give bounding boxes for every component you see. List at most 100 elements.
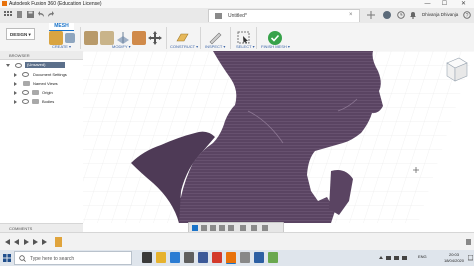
viewports-icon[interactable] (262, 225, 268, 231)
minimize-button[interactable]: — (420, 0, 435, 8)
fit-icon[interactable] (228, 225, 234, 231)
app-icon[interactable] (268, 252, 278, 263)
search-placeholder: Type here to search (30, 256, 75, 262)
pan-icon[interactable] (210, 225, 216, 231)
move-icon[interactable] (148, 31, 162, 45)
windows-start-icon[interactable] (3, 254, 11, 262)
separator (166, 27, 167, 49)
visibility-icon[interactable] (22, 90, 29, 95)
workspace-dropdown[interactable]: DESIGN ▾ (6, 28, 35, 40)
settings-icon (22, 72, 29, 77)
notifications-icon[interactable] (409, 11, 417, 19)
inspect-group-label[interactable]: INSPECT ▾ (205, 44, 225, 49)
separator (80, 27, 81, 49)
visibility-icon[interactable] (22, 99, 29, 104)
clock-icon[interactable] (397, 11, 405, 19)
folder-icon (32, 99, 39, 104)
document-tab[interactable]: Untitled* × (208, 9, 360, 22)
chrome-icon[interactable] (212, 252, 222, 263)
canvas-viewport[interactable] (83, 51, 474, 223)
browser-item-bodies[interactable]: Bodies (8, 98, 83, 106)
modify-group-label[interactable]: MODIFY ▾ (112, 44, 131, 49)
battery-icon (386, 256, 391, 260)
smooth-icon[interactable] (132, 31, 146, 45)
select-group-label[interactable]: SELECT ▾ (236, 44, 255, 49)
file-explorer-icon[interactable] (156, 252, 166, 263)
expand-icon[interactable] (14, 82, 17, 86)
step-forward-icon[interactable] (33, 239, 38, 245)
undo-icon[interactable] (38, 11, 45, 18)
measure-icon[interactable] (208, 31, 222, 45)
document-icon (215, 13, 222, 19)
grid-settings-icon[interactable] (251, 225, 257, 231)
step-back-icon[interactable] (14, 239, 19, 245)
redo-icon[interactable] (47, 11, 54, 18)
orbit-icon[interactable] (192, 225, 198, 231)
add-tab-icon[interactable] (367, 11, 375, 19)
grid-icon[interactable] (4, 11, 13, 18)
browser-item-origin[interactable]: Origin (8, 89, 83, 97)
user-name[interactable]: Dhivanja Dhivanja (422, 12, 458, 17)
go-to-start-icon[interactable] (4, 239, 10, 245)
finish-mesh-icon[interactable] (268, 31, 282, 45)
job-status-icon[interactable] (383, 11, 391, 19)
construct-group-label[interactable]: CONSTRUCT ▾ (170, 44, 198, 49)
expand-icon[interactable] (14, 91, 17, 95)
close-button[interactable]: ✕ (456, 0, 471, 8)
go-to-end-icon[interactable] (42, 239, 48, 245)
system-tray[interactable] (378, 255, 408, 261)
viewcube[interactable] (446, 57, 468, 82)
select-icon[interactable] (237, 31, 251, 45)
language-indicator[interactable]: ENG (418, 254, 427, 259)
edge-icon[interactable] (170, 252, 180, 263)
tab-mesh[interactable]: MESH (49, 23, 74, 31)
search-icon (19, 255, 26, 262)
reduce-icon[interactable] (100, 31, 114, 45)
browser-root[interactable]: (Unsaved) (4, 62, 83, 70)
browser-item-document-settings[interactable]: Document Settings (8, 71, 83, 79)
mail-icon[interactable] (198, 252, 208, 263)
look-at-icon[interactable] (201, 225, 207, 231)
construct-plane-icon[interactable] (175, 31, 189, 45)
file-icon[interactable] (16, 11, 23, 18)
expand-icon[interactable] (14, 73, 17, 77)
insert-mesh-icon[interactable] (65, 33, 75, 43)
maximize-button[interactable]: ☐ (437, 0, 452, 8)
timeline-settings-icon[interactable] (466, 239, 471, 245)
close-tab-icon[interactable]: × (349, 12, 353, 18)
browser-item-named-views[interactable]: Named Views (8, 80, 83, 88)
timeline-feature-icon[interactable] (55, 237, 62, 247)
collapse-icon[interactable] (6, 64, 10, 69)
browser-header: BROWSER (0, 51, 83, 60)
timeline-bar (0, 232, 474, 251)
browser-title: BROWSER (9, 53, 30, 58)
browser-item-label: Named Views (33, 81, 58, 86)
plane-cut-icon[interactable] (116, 31, 130, 45)
expand-icon[interactable] (14, 100, 17, 104)
clock-date: 18/04/2020 (443, 258, 465, 263)
volume-icon (402, 256, 407, 260)
taskbar-search[interactable]: Type here to search (14, 251, 132, 265)
taskbar-clock[interactable]: 20:03 18/04/2020 (441, 252, 467, 264)
word-icon[interactable] (254, 252, 264, 263)
create-group-label[interactable]: CREATE ▾ (52, 44, 71, 49)
help-icon[interactable]: ? (463, 11, 471, 19)
fusion-taskbar-icon[interactable] (226, 252, 236, 264)
save-icon[interactable] (27, 11, 34, 18)
zoom-icon[interactable] (219, 225, 225, 231)
tray-chevron-icon (379, 256, 383, 259)
task-view-icon[interactable] (142, 252, 152, 263)
browser-item-label: Bodies (42, 99, 55, 104)
visibility-icon[interactable] (15, 63, 22, 68)
remesh-icon[interactable] (84, 31, 98, 45)
root-component-label[interactable]: (Unsaved) (25, 62, 65, 68)
play-icon[interactable] (24, 239, 29, 245)
finish-mesh-label[interactable]: FINISH MESH ▾ (261, 44, 290, 49)
notifications-center-icon[interactable] (467, 254, 474, 261)
comments-title: COMMENTS (9, 226, 33, 231)
display-settings-icon[interactable] (240, 225, 246, 231)
store-icon[interactable] (184, 252, 194, 263)
create-mesh-icon[interactable] (49, 31, 63, 45)
app-icon[interactable] (240, 252, 250, 263)
network-icon (394, 256, 399, 260)
